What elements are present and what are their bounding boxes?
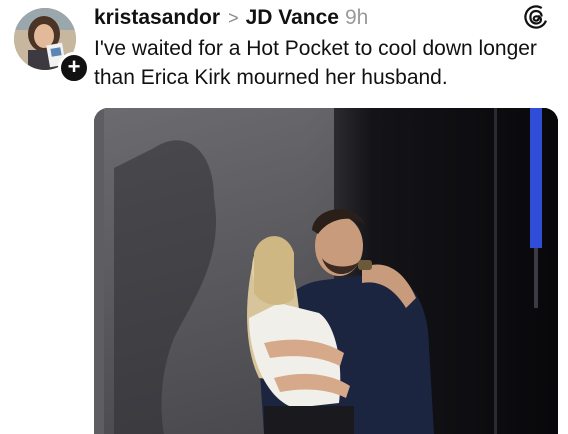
- follow-button[interactable]: +: [58, 52, 90, 84]
- reply-to-username[interactable]: JD Vance: [246, 6, 339, 30]
- reply-chevron-icon: >: [228, 7, 239, 28]
- post-header: kristasandor > JD Vance 9h: [94, 4, 368, 32]
- threads-icon[interactable]: [523, 4, 549, 30]
- post-body-text: I've waited for a Hot Pocket to cool dow…: [94, 37, 537, 89]
- post-photo[interactable]: [94, 108, 558, 434]
- author-username[interactable]: kristasandor: [94, 6, 220, 30]
- post-timestamp: 9h: [344, 6, 369, 29]
- threads-post: + kristasandor > JD Vance 9h I've waited…: [0, 0, 568, 434]
- author-avatar[interactable]: +: [12, 6, 90, 84]
